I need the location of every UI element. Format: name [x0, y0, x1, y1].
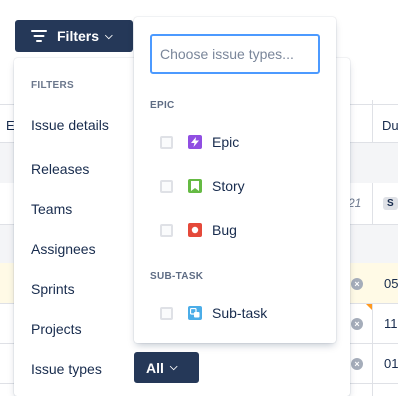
- subtask-checkbox[interactable]: [160, 306, 173, 320]
- story-icon: [188, 179, 202, 193]
- story-checkbox[interactable]: [160, 179, 173, 193]
- due-date-value: 01: [384, 356, 398, 371]
- remove-icon[interactable]: ×: [351, 318, 363, 330]
- filter-panel-heading: FILTERS: [31, 80, 75, 91]
- remove-icon[interactable]: ×: [351, 358, 363, 370]
- option-label: Story: [212, 178, 245, 194]
- flag-marker-icon: [365, 303, 372, 310]
- filters-button-label: Filters: [57, 28, 100, 44]
- filter-releases[interactable]: Releases: [31, 161, 89, 177]
- subtask-icon: [188, 306, 202, 320]
- filter-teams[interactable]: Teams: [31, 201, 72, 217]
- bug-checkbox[interactable]: [160, 223, 173, 237]
- option-label: Epic: [212, 134, 240, 150]
- due-column-header: Du: [382, 118, 398, 133]
- filter-assignees[interactable]: Assignees: [31, 241, 96, 257]
- group-heading-epic: EPIC: [150, 100, 175, 111]
- filter-issue-details[interactable]: Issue details: [31, 117, 109, 133]
- option-label: Bug: [212, 222, 237, 238]
- option-bug[interactable]: Bug: [160, 220, 237, 240]
- issue-types-select-value: All: [146, 359, 164, 376]
- chevron-down-icon: ⌵: [105, 30, 113, 42]
- group-heading-subtask: SUB-TASK: [150, 271, 204, 282]
- epic-checkbox[interactable]: [160, 135, 173, 149]
- due-date-value: 05: [384, 276, 398, 291]
- epic-icon: [188, 135, 202, 149]
- due-date-value: 11: [384, 316, 398, 331]
- filter-icon: [31, 30, 47, 42]
- date-value: 21: [348, 196, 362, 210]
- chevron-down-icon: ⌵: [169, 362, 178, 373]
- filter-projects[interactable]: Projects: [31, 321, 82, 337]
- option-epic[interactable]: Epic: [160, 132, 239, 152]
- option-subtask[interactable]: Sub-task: [160, 303, 267, 323]
- filter-sprints[interactable]: Sprints: [31, 281, 75, 297]
- filters-button[interactable]: Filters ⌵: [15, 20, 133, 52]
- remove-icon[interactable]: ×: [351, 278, 363, 290]
- filter-issue-types[interactable]: Issue types: [31, 361, 102, 377]
- option-label: Sub-task: [212, 305, 268, 321]
- issue-types-select-button[interactable]: All ⌵: [134, 352, 199, 383]
- status-chip: S: [383, 197, 398, 210]
- bug-icon: [188, 223, 202, 237]
- option-story[interactable]: Story: [160, 176, 245, 196]
- issue-type-search-input[interactable]: [150, 34, 320, 74]
- issue-types-dropdown: EPIC Epic Story Bug SUB-TASK Sub-task: [134, 17, 336, 343]
